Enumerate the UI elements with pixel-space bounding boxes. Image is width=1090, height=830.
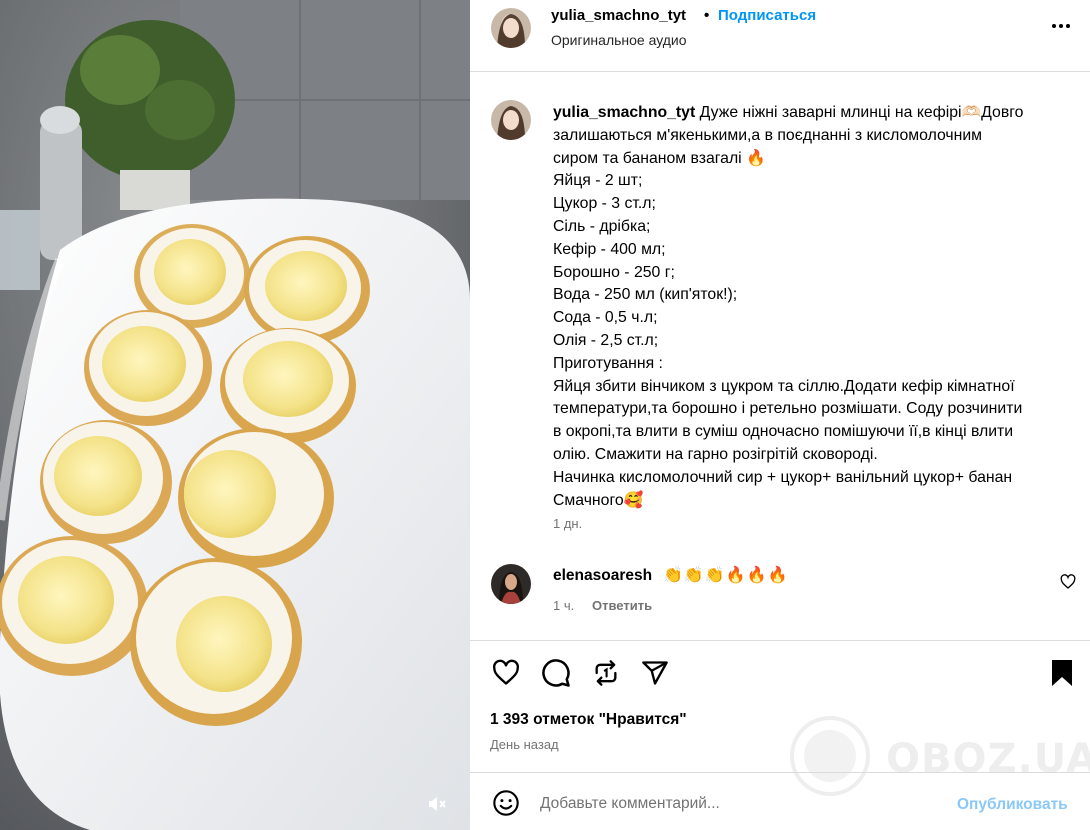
like-button[interactable] bbox=[490, 657, 522, 689]
comment-box-divider bbox=[470, 772, 1090, 773]
globe-logo bbox=[790, 716, 870, 796]
separator-dot: • bbox=[704, 7, 710, 24]
post-details-panel: yulia_smachno_tyt • Подписаться Оригинал… bbox=[470, 0, 1090, 830]
caption-line: Кефір - 400 мл; bbox=[553, 240, 666, 258]
repost-button[interactable] bbox=[590, 657, 622, 689]
author-avatar[interactable] bbox=[491, 8, 531, 48]
save-button[interactable] bbox=[1046, 657, 1078, 689]
header-divider bbox=[470, 71, 1090, 72]
comment-like-button[interactable] bbox=[1060, 574, 1076, 590]
emoji-button[interactable] bbox=[492, 789, 520, 817]
caption-line: Олія - 2,5 ст.л; bbox=[553, 331, 659, 349]
caption-line: Сіль - дрібка; bbox=[553, 217, 651, 235]
original-audio-link[interactable]: Оригинальное аудио bbox=[551, 32, 687, 48]
bookmark-icon bbox=[1052, 660, 1072, 686]
pancake-roll bbox=[244, 236, 370, 344]
caption-line: Яйця збити вінчиком з цукром та сіллю.До… bbox=[553, 377, 1015, 395]
watermark-text: OBOZ.UA bbox=[886, 736, 1090, 782]
pancake-roll bbox=[178, 428, 334, 568]
comment-input[interactable] bbox=[540, 788, 940, 820]
comment-button[interactable] bbox=[540, 657, 572, 689]
pancake-roll bbox=[84, 310, 212, 426]
reply-button[interactable]: Ответить bbox=[592, 598, 652, 613]
more-options-button[interactable] bbox=[1048, 16, 1074, 36]
post-date[interactable]: День назад bbox=[490, 737, 559, 752]
caption-author-avatar[interactable] bbox=[491, 100, 531, 140]
caption-line: Вода - 250 мл (кип'яток!); bbox=[553, 286, 738, 304]
comment-icon bbox=[542, 659, 570, 687]
share-icon bbox=[642, 661, 668, 685]
post-media[interactable] bbox=[0, 0, 470, 830]
caption-line: олію. Смажити на гарно розігрітій сковор… bbox=[553, 445, 878, 463]
caption-line: Яйця - 2 шт; bbox=[553, 172, 643, 190]
heart-icon bbox=[493, 659, 519, 685]
caption-timestamp[interactable]: 1 дн. bbox=[553, 516, 582, 531]
follow-button[interactable]: Подписаться bbox=[718, 7, 816, 24]
comment-timestamp[interactable]: 1 ч. bbox=[553, 598, 574, 613]
repost-icon bbox=[595, 660, 617, 686]
caption-line: Смачного🥰 bbox=[553, 491, 644, 509]
caption-line: сиром та бананом взагалі 🔥 bbox=[553, 149, 766, 167]
caption-line: yulia_smachno_tyt Дуже ніжні заварні мли… bbox=[553, 104, 1024, 121]
speaker-muted-icon bbox=[429, 797, 446, 811]
smiley-icon bbox=[493, 790, 519, 816]
post-caption: yulia_smachno_tyt Дуже ніжні заварні мли… bbox=[553, 102, 1083, 512]
caption-username[interactable]: yulia_smachno_tyt bbox=[553, 104, 695, 121]
actions-divider bbox=[470, 640, 1090, 641]
pancake-roll bbox=[130, 558, 302, 726]
author-username[interactable]: yulia_smachno_tyt bbox=[551, 7, 686, 24]
pancake-roll bbox=[220, 328, 356, 444]
pancake-roll bbox=[40, 420, 172, 544]
caption-line: температури,та борошно і ретельно розміш… bbox=[553, 400, 1023, 418]
commenter-avatar[interactable] bbox=[491, 564, 531, 604]
likes-count[interactable]: 1 393 отметок "Нравится" bbox=[490, 711, 687, 729]
heart-outline-icon bbox=[1060, 574, 1076, 589]
share-button[interactable] bbox=[639, 657, 671, 689]
oboz-watermark: OBOZ.UA bbox=[782, 716, 1090, 796]
mute-button[interactable] bbox=[424, 792, 450, 816]
caption-line: Приготування : bbox=[553, 354, 663, 372]
food-photo bbox=[0, 0, 470, 830]
pancake-roll bbox=[0, 536, 148, 676]
caption-line: Начинка кисломолочний сир + цукор+ ваніл… bbox=[553, 468, 1013, 486]
caption-line: Борошно - 250 г; bbox=[553, 263, 675, 281]
caption-line: Сода - 0,5 ч.л; bbox=[553, 309, 658, 327]
caption-line: Цукор - 3 ст.л; bbox=[553, 195, 656, 213]
commenter-username[interactable]: elenasoaresh bbox=[553, 567, 652, 585]
post-comment-button[interactable]: Опубликовать bbox=[957, 796, 1068, 814]
caption-line: залишаються м'якенькими,а в поєднанні з … bbox=[553, 126, 983, 144]
caption-line: в окропі,та влити в суміш одночасно помі… bbox=[553, 423, 1014, 441]
more-horizontal-icon bbox=[1052, 24, 1070, 28]
comment-text: 👏👏👏🔥🔥🔥 bbox=[663, 567, 789, 584]
